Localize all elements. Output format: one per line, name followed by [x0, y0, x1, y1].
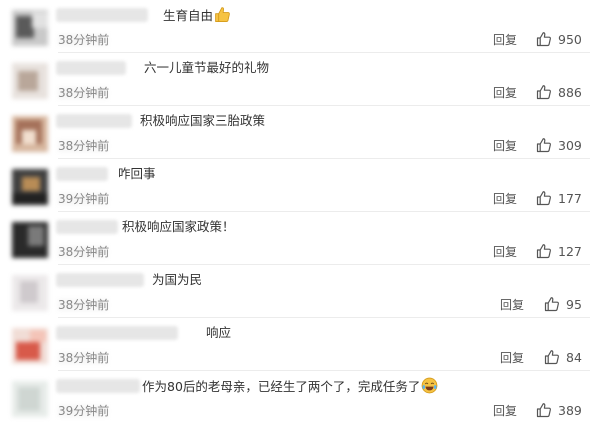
- like-button[interactable]: 177: [536, 188, 582, 208]
- comment-text: 积极响应国家政策！: [122, 218, 235, 236]
- thumbs-up-outline-icon: [536, 32, 551, 47]
- laughing-tears-emoji: [422, 377, 438, 394]
- blurred-username[interactable]: [56, 8, 148, 22]
- like-button[interactable]: 84: [544, 347, 582, 367]
- comment-timestamp: 38分钟前: [58, 86, 110, 100]
- comment-list: 生育自由 38分钟前 回复 950 六一儿童节最好的礼物 38分钟前 回复 886 积极响应国家…: [0, 0, 596, 427]
- avatar-shape: [22, 130, 36, 144]
- avatar-shape: [22, 177, 40, 191]
- reply-button[interactable]: 回复: [493, 138, 517, 154]
- comment-text: 咋回事: [118, 165, 156, 183]
- comment-text: 为国为民: [152, 271, 202, 289]
- comment-item: 六一儿童节最好的礼物 38分钟前 回复 886: [0, 53, 596, 106]
- comment-text-content: 咋回事: [118, 166, 156, 181]
- user-avatar[interactable]: [12, 275, 48, 311]
- thumbs-up-outline-icon: [536, 191, 551, 206]
- reply-button[interactable]: 回复: [500, 297, 524, 313]
- blurred-username[interactable]: [56, 326, 178, 340]
- comment-timestamp: 38分钟前: [58, 33, 110, 47]
- blurred-username[interactable]: [56, 167, 108, 181]
- like-count: 950: [558, 31, 582, 47]
- comment-item: 响应 38分钟前 回复 84: [0, 318, 596, 371]
- user-avatar[interactable]: [12, 222, 48, 258]
- avatar-shape: [28, 226, 44, 246]
- like-button[interactable]: 127: [536, 241, 582, 261]
- like-count: 127: [558, 243, 582, 259]
- comment-text-content: 生育自由: [163, 8, 214, 23]
- blurred-username[interactable]: [56, 220, 118, 234]
- comment-text: 生育自由: [163, 6, 231, 25]
- comment-item: 咋回事 39分钟前 回复 177: [0, 159, 596, 212]
- thumbs-up-outline-icon: [544, 350, 559, 365]
- comment-text: 六一儿童节最好的礼物: [144, 59, 269, 77]
- thumbs-up-outline-icon: [536, 138, 551, 153]
- like-count: 95: [566, 296, 582, 312]
- user-avatar[interactable]: [12, 328, 48, 364]
- avatar-shape: [18, 387, 40, 411]
- thumbs-up-outline-icon: [536, 85, 551, 100]
- user-avatar[interactable]: [12, 10, 48, 46]
- blurred-username[interactable]: [56, 61, 126, 75]
- blurred-username[interactable]: [56, 379, 140, 393]
- reply-button[interactable]: 回复: [493, 403, 517, 419]
- reply-button[interactable]: 回复: [493, 244, 517, 260]
- thumbs-up-outline-icon: [544, 297, 559, 312]
- user-avatar[interactable]: [12, 381, 48, 417]
- user-avatar[interactable]: [12, 116, 48, 152]
- blurred-username[interactable]: [56, 273, 144, 287]
- thumbs-up-outline-icon: [536, 403, 551, 418]
- user-avatar[interactable]: [12, 63, 48, 99]
- like-count: 389: [558, 402, 582, 418]
- comment-item: 为国为民 38分钟前 回复 95: [0, 265, 596, 318]
- comment-timestamp: 38分钟前: [58, 139, 110, 153]
- comment-timestamp: 38分钟前: [58, 245, 110, 259]
- comment-text-content: 六一儿童节最好的礼物: [144, 60, 270, 75]
- reply-button[interactable]: 回复: [493, 85, 517, 101]
- like-count: 886: [558, 84, 582, 100]
- like-count: 84: [566, 349, 582, 365]
- comment-timestamp: 39分钟前: [58, 192, 110, 206]
- like-count: 177: [558, 190, 582, 206]
- comment-text-content: 积极响应国家三胎政策: [140, 113, 266, 128]
- reply-button[interactable]: 回复: [493, 191, 517, 207]
- like-button[interactable]: 95: [544, 294, 582, 314]
- comment-timestamp: 38分钟前: [58, 351, 110, 365]
- thumbs-up-emoji: [215, 7, 230, 22]
- blurred-username[interactable]: [56, 114, 132, 128]
- thumbs-up-outline-icon: [536, 244, 551, 259]
- comment-text-content: 为国为民: [152, 272, 203, 287]
- comment-text-content: 积极响应国家政策！: [122, 219, 235, 234]
- comment-text-content: 响应: [206, 325, 232, 340]
- reply-button[interactable]: 回复: [500, 350, 524, 366]
- avatar-shape: [12, 193, 48, 205]
- like-button[interactable]: 389: [536, 400, 582, 420]
- avatar-shape: [18, 71, 38, 91]
- avatar-shape: [32, 12, 48, 28]
- comment-text-content: 作为80后的老母亲，已经生了两个了，完成任务了: [142, 379, 421, 394]
- comment-text: 积极响应国家三胎政策: [140, 112, 265, 130]
- comment-item: 积极响应国家政策！ 38分钟前 回复 127: [0, 212, 596, 265]
- avatar-shape: [30, 330, 46, 342]
- comment-timestamp: 38分钟前: [58, 298, 110, 312]
- comment-item: 积极响应国家三胎政策 38分钟前 回复 309: [0, 106, 596, 159]
- user-avatar[interactable]: [12, 169, 48, 205]
- reply-button[interactable]: 回复: [493, 32, 517, 48]
- avatar-shape: [16, 342, 40, 360]
- comment-item: 生育自由 38分钟前 回复 950: [0, 0, 596, 53]
- like-button[interactable]: 950: [536, 29, 582, 49]
- comment-timestamp: 39分钟前: [58, 404, 110, 418]
- comment-text: 作为80后的老母亲，已经生了两个了，完成任务了: [142, 377, 438, 396]
- like-count: 309: [558, 137, 582, 153]
- comment-text: 响应: [206, 324, 231, 342]
- like-button[interactable]: 886: [536, 82, 582, 102]
- like-button[interactable]: 309: [536, 135, 582, 155]
- avatar-shape: [20, 281, 38, 303]
- comment-item: 作为80后的老母亲，已经生了两个了，完成任务了 39分钟前 回复 389: [0, 371, 596, 424]
